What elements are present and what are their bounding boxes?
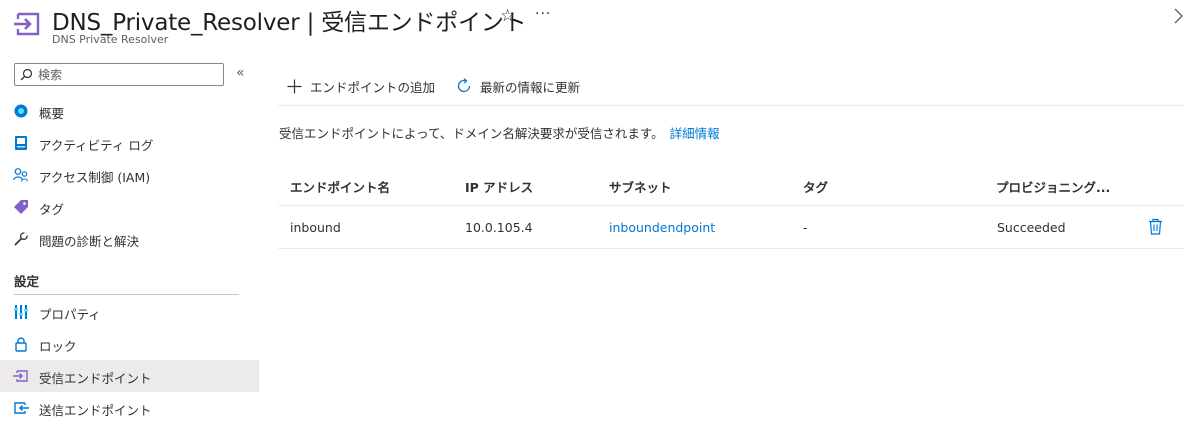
cell-ip-address: 10.0.105.4 [465, 220, 533, 235]
properties-icon [14, 305, 28, 319]
search-icon [20, 68, 33, 81]
sidebar-item-diagnose[interactable]: 問題の診断と解決 [0, 223, 259, 255]
sidebar-item-label: アクティビティ ログ [39, 138, 154, 153]
cell-subnet-link[interactable]: inboundendpoint [609, 220, 715, 235]
sidebar-item-label: 受信エンドポイント [39, 371, 152, 386]
blade-header: DNS_Private_Resolver | 受信エンドポイント DNS Pri… [0, 0, 1184, 56]
column-header-subnet[interactable]: サブネット [609, 177, 672, 196]
add-endpoint-button[interactable]: エンドポイントの追加 [287, 75, 435, 97]
sidebar-item-tags[interactable]: タグ [0, 191, 259, 223]
sidebar-item-label: 問題の診断と解決 [39, 234, 140, 249]
section-divider [14, 294, 239, 295]
tag-icon [14, 200, 28, 214]
page-subtitle: DNS Private Resolver [52, 33, 169, 46]
page-title: DNS_Private_Resolver | 受信エンドポイント [52, 10, 527, 36]
chevron-right-icon[interactable] [1173, 6, 1184, 26]
overview-icon [14, 104, 28, 118]
toolbar-divider [278, 105, 1184, 106]
activity-log-icon [15, 136, 27, 150]
sidebar-item-lock[interactable]: ロック [0, 328, 259, 360]
cell-endpoint-name: inbound [290, 220, 341, 235]
sidebar-item-inbound-endpoints[interactable]: 受信エンドポイント [0, 360, 259, 392]
main-content: エンドポイントの追加 最新の情報に更新 受信エンドポイントによって、ドメイン名解… [278, 56, 1184, 429]
sidebar: « 概要 アクティビティ ログ アクセス制御 (IAM) タグ [0, 56, 259, 429]
refresh-button[interactable]: 最新の情報に更新 [456, 75, 580, 97]
description: 受信エンドポイントによって、ドメイン名解決要求が受信されます。 詳細情報 [279, 123, 720, 142]
refresh-label: 最新の情報に更新 [480, 79, 581, 95]
column-header-provisioning[interactable]: プロビジョニング... [996, 177, 1110, 196]
column-header-tags[interactable]: タグ [803, 177, 828, 196]
cell-tags: - [803, 220, 808, 235]
column-header-ip[interactable]: IP アドレス [465, 177, 533, 196]
sidebar-item-overview[interactable]: 概要 [0, 95, 259, 127]
plus-icon [287, 79, 302, 93]
delete-icon[interactable] [1148, 218, 1163, 235]
inbound-endpoint-icon [13, 370, 28, 382]
sidebar-item-access-control[interactable]: アクセス制御 (IAM) [0, 159, 259, 191]
access-control-icon [13, 168, 28, 182]
add-endpoint-label: エンドポイントの追加 [310, 79, 436, 95]
star-icon[interactable]: ☆ [500, 6, 515, 26]
sidebar-item-activity-log[interactable]: アクティビティ ログ [0, 127, 259, 159]
sidebar-item-outbound-endpoints[interactable]: 送信エンドポイント [0, 392, 259, 424]
sidebar-item-label: ロック [39, 339, 77, 354]
cell-provisioning-state: Succeeded [997, 220, 1066, 235]
sidebar-item-label: アクセス制御 (IAM) [39, 170, 151, 185]
collapse-sidebar-button[interactable]: « [236, 65, 245, 81]
sidebar-item-label: プロパティ [39, 307, 101, 322]
sidebar-item-label: 送信エンドポイント [39, 403, 152, 418]
table-header: エンドポイント名 IP アドレス サブネット タグ プロビジョニング... [278, 166, 1184, 206]
settings-section-header: 設定 [14, 274, 40, 289]
inbound-endpoint-resource-icon [14, 12, 40, 36]
search-box[interactable] [14, 63, 224, 86]
outbound-endpoint-icon [14, 402, 29, 414]
search-input[interactable] [38, 65, 220, 84]
learn-more-link[interactable]: 詳細情報 [670, 126, 720, 141]
refresh-icon [457, 78, 471, 93]
lock-icon [15, 337, 27, 352]
column-header-name[interactable]: エンドポイント名 [290, 177, 390, 196]
table-row[interactable]: inbound 10.0.105.4 inboundendpoint - Suc… [278, 206, 1184, 249]
more-options-button[interactable]: ··· [535, 6, 551, 22]
sidebar-item-properties[interactable]: プロパティ [0, 296, 259, 328]
sidebar-item-label: 概要 [39, 106, 65, 121]
description-text: 受信エンドポイントによって、ドメイン名解決要求が受信されます。 [279, 126, 664, 141]
sidebar-item-label: タグ [39, 202, 65, 217]
wrench-icon [14, 232, 28, 246]
